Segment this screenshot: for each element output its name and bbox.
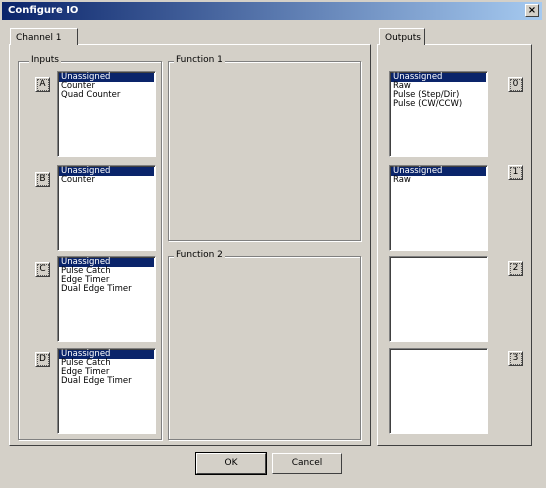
tab-outputs-label: Outputs <box>385 33 421 43</box>
cancel-button[interactable]: Cancel <box>272 453 342 474</box>
list-item[interactable]: Counter <box>59 176 154 185</box>
list-item[interactable]: Raw <box>391 176 486 185</box>
function-2-group <box>168 256 361 440</box>
list-item[interactable]: Dual Edge Timer <box>59 285 154 294</box>
output-3-listbox[interactable] <box>389 348 488 434</box>
list-item[interactable]: Quad Counter <box>59 91 154 100</box>
input-c-listbox[interactable]: Unassigned Pulse Catch Edge Timer Dual E… <box>57 256 156 342</box>
inputs-group-label: Inputs <box>29 55 61 65</box>
input-b-button[interactable]: B <box>35 172 50 187</box>
input-a-listbox[interactable]: Unassigned Counter Quad Counter <box>57 71 156 157</box>
ok-button[interactable]: OK <box>195 452 267 475</box>
window-title: Configure IO <box>8 5 79 16</box>
tab-outputs[interactable]: Outputs <box>379 28 425 45</box>
close-button[interactable]: × <box>525 4 539 17</box>
input-d-listbox[interactable]: Unassigned Pulse Catch Edge Timer Dual E… <box>57 348 156 434</box>
output-2-button[interactable]: 2 <box>508 261 523 276</box>
configure-io-dialog: Configure IO × Channel 1 Outputs Inputs … <box>0 0 546 488</box>
list-item[interactable]: Dual Edge Timer <box>59 377 154 386</box>
input-b-listbox[interactable]: Unassigned Counter <box>57 165 156 251</box>
output-0-button[interactable]: 0 <box>508 77 523 92</box>
output-2-listbox[interactable] <box>389 256 488 342</box>
function-1-group-label: Function 1 <box>174 55 225 65</box>
output-0-listbox[interactable]: Unassigned Raw Pulse (Step/Dir) Pulse (C… <box>389 71 488 157</box>
output-3-button[interactable]: 3 <box>508 351 523 366</box>
function-2-group-label: Function 2 <box>174 250 225 260</box>
input-c-button[interactable]: C <box>35 262 50 277</box>
tab-channel-1[interactable]: Channel 1 <box>10 28 78 45</box>
tab-channel-1-label: Channel 1 <box>16 33 62 43</box>
list-item[interactable]: Pulse (CW/CCW) <box>391 100 486 109</box>
output-1-button[interactable]: 1 <box>508 165 523 180</box>
input-a-button[interactable]: A <box>35 77 50 92</box>
output-1-listbox[interactable]: Unassigned Raw <box>389 165 488 251</box>
function-1-group <box>168 61 361 241</box>
title-bar[interactable]: Configure IO × <box>2 2 542 20</box>
input-d-button[interactable]: D <box>35 352 50 367</box>
